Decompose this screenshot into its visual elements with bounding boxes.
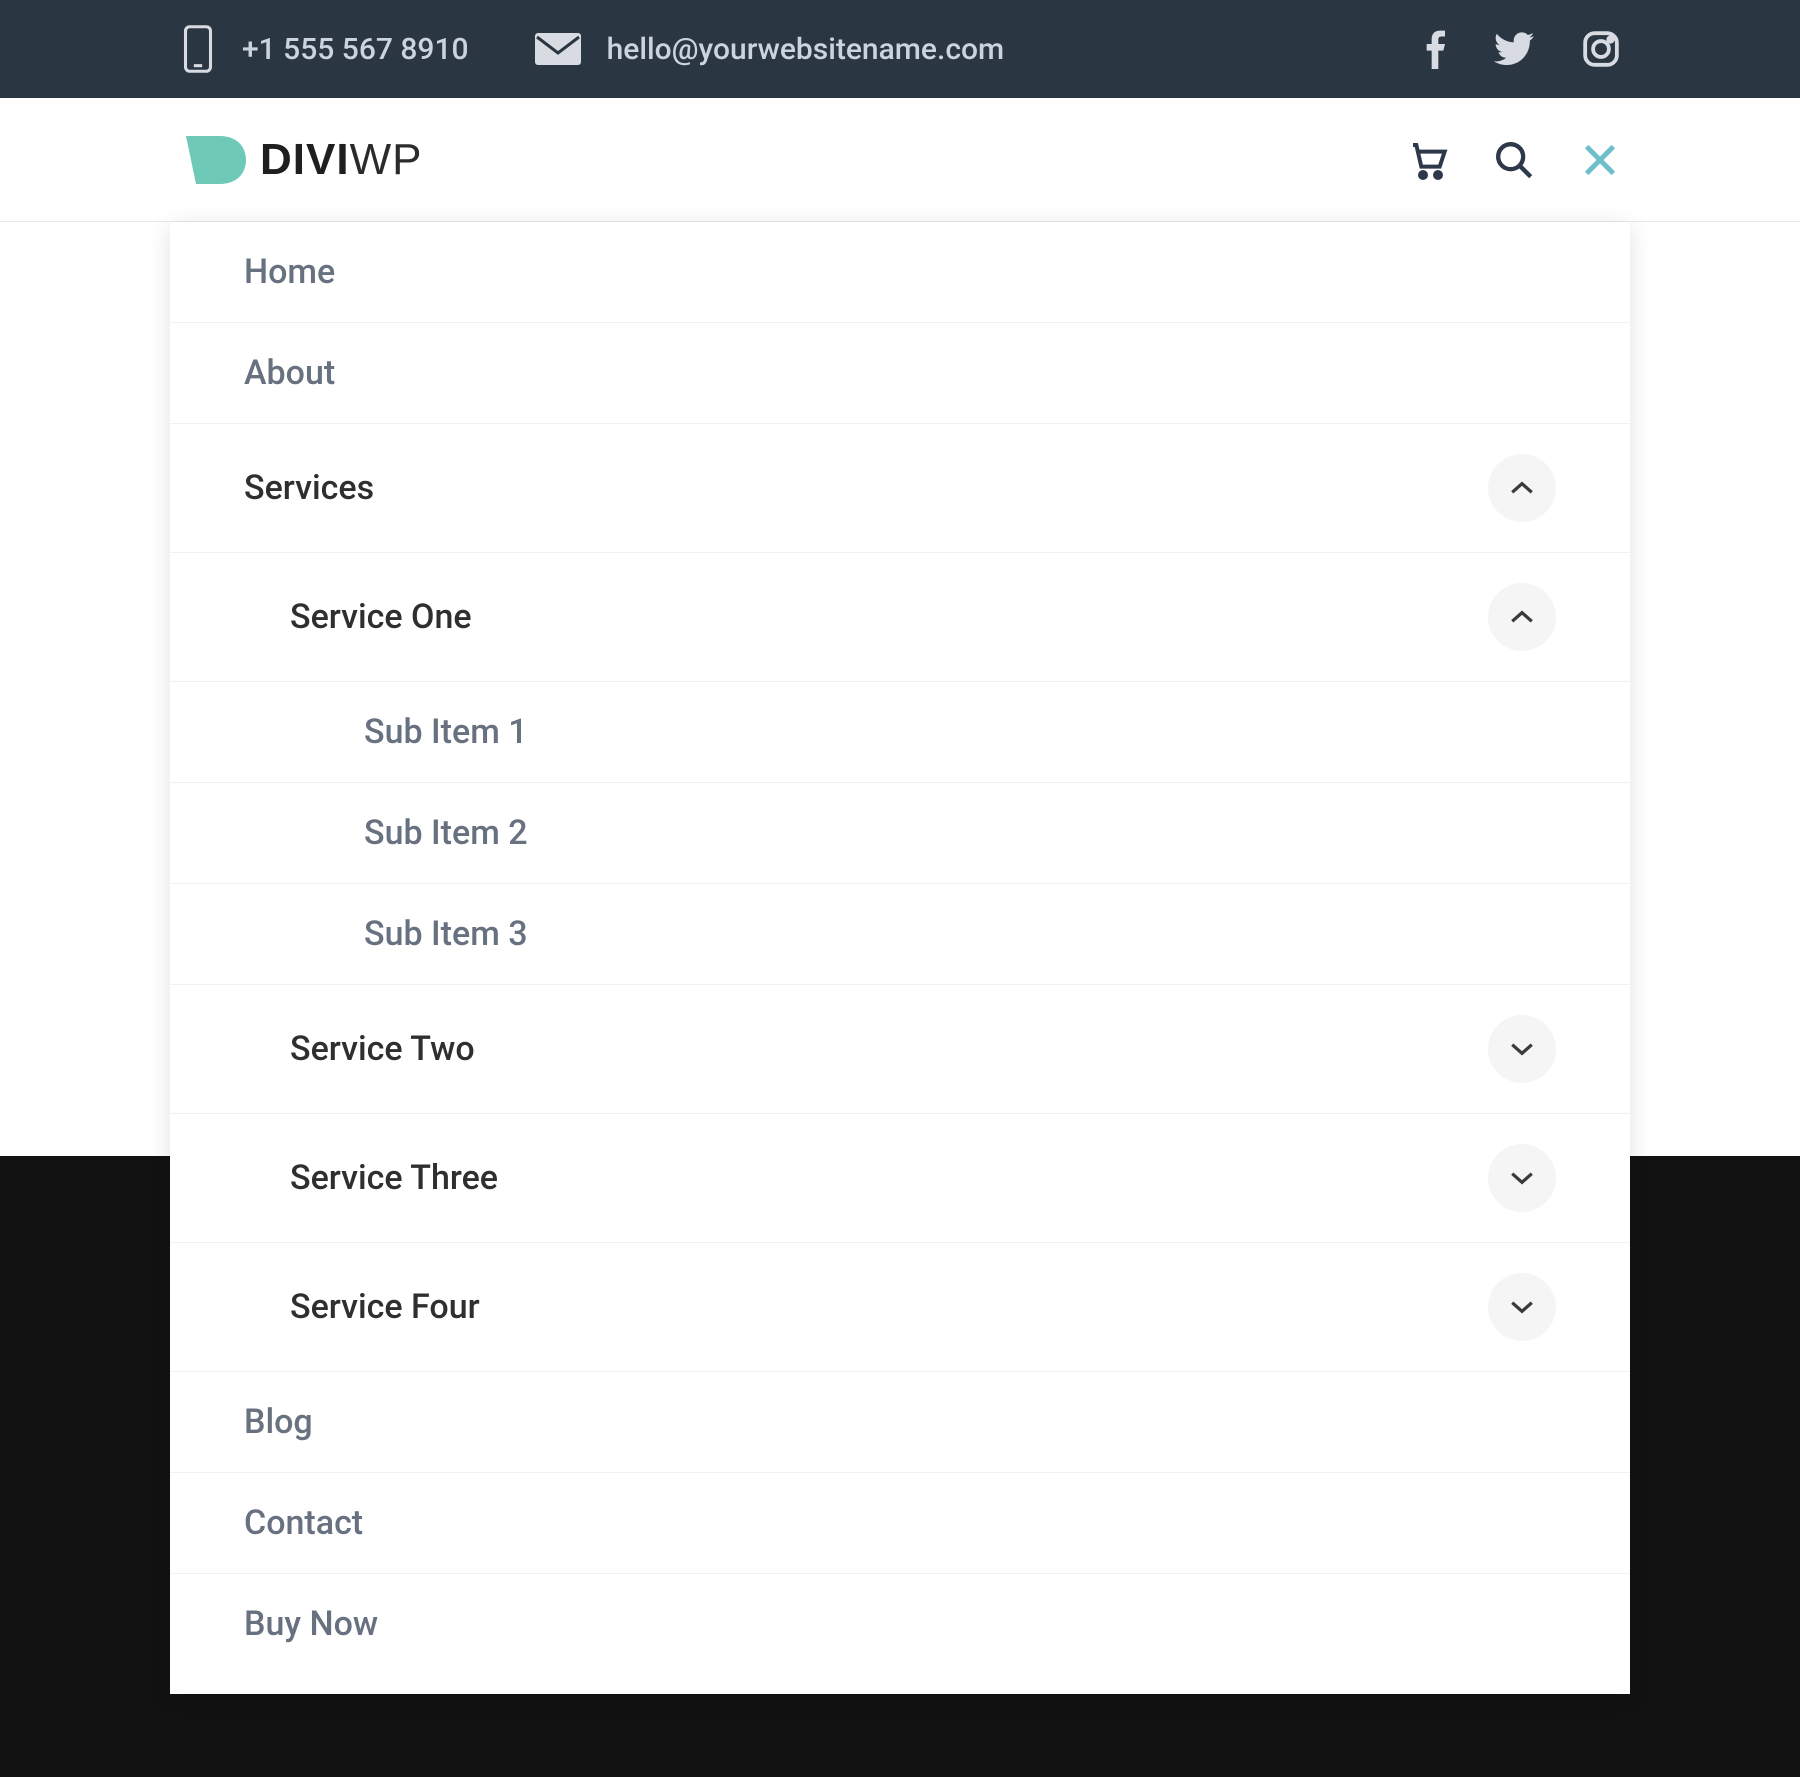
menu-label: Buy Now: [244, 1604, 378, 1644]
close-icon[interactable]: [1580, 140, 1620, 180]
phone-text: +1 555 567 8910: [242, 32, 469, 67]
top-bar: +1 555 567 8910 hello@yourwebsitename.co…: [0, 0, 1800, 98]
menu-item-about[interactable]: About: [170, 323, 1630, 424]
logo[interactable]: DIVIWP: [180, 124, 422, 196]
instagram-icon[interactable]: [1582, 30, 1620, 68]
logo-text: DIVIWP: [260, 135, 422, 185]
menu-item-sub-3[interactable]: Sub Item 3: [170, 884, 1630, 985]
menu-label: Contact: [244, 1503, 363, 1543]
menu-label: Services: [244, 468, 374, 508]
phone-icon: [180, 24, 216, 74]
menu-item-service-four[interactable]: Service Four: [170, 1243, 1630, 1372]
facebook-icon[interactable]: [1424, 29, 1446, 69]
menu-label: Service Three: [290, 1158, 498, 1198]
menu-label: Sub Item 3: [364, 914, 528, 954]
menu-item-buy-now[interactable]: Buy Now: [170, 1574, 1630, 1674]
header-actions: [1408, 140, 1620, 180]
menu-item-sub-1[interactable]: Sub Item 1: [170, 682, 1630, 783]
menu-item-service-two[interactable]: Service Two: [170, 985, 1630, 1114]
expand-toggle[interactable]: [1488, 1015, 1556, 1083]
menu-label: Service Two: [290, 1029, 475, 1069]
mobile-menu-dropdown: Home About Services Service One Sub Item…: [170, 222, 1630, 1694]
chevron-down-icon: [1509, 1041, 1535, 1057]
menu-item-home[interactable]: Home: [170, 222, 1630, 323]
menu-label: Sub Item 2: [364, 813, 528, 853]
menu-item-blog[interactable]: Blog: [170, 1372, 1630, 1473]
menu-label: Service One: [290, 597, 472, 637]
chevron-down-icon: [1509, 1299, 1535, 1315]
menu-item-service-one[interactable]: Service One: [170, 553, 1630, 682]
cart-icon[interactable]: [1408, 140, 1448, 180]
menu-item-services[interactable]: Services: [170, 424, 1630, 553]
chevron-up-icon: [1509, 480, 1535, 496]
menu-label: Service Four: [290, 1287, 480, 1327]
expand-toggle[interactable]: [1488, 1144, 1556, 1212]
email-icon: [535, 33, 581, 65]
chevron-down-icon: [1509, 1170, 1535, 1186]
topbar-left: +1 555 567 8910 hello@yourwebsitename.co…: [180, 24, 1044, 74]
page-body: Home About Services Service One Sub Item…: [0, 222, 1800, 1777]
collapse-toggle[interactable]: [1488, 454, 1556, 522]
email-text: hello@yourwebsitename.com: [607, 32, 1005, 67]
email-group[interactable]: hello@yourwebsitename.com: [535, 32, 1005, 67]
menu-item-sub-2[interactable]: Sub Item 2: [170, 783, 1630, 884]
logo-mark-icon: [180, 124, 252, 196]
topbar-social: [1424, 29, 1620, 69]
menu-label: About: [244, 353, 335, 393]
chevron-up-icon: [1509, 609, 1535, 625]
menu-label: Home: [244, 252, 335, 292]
search-icon[interactable]: [1494, 140, 1534, 180]
phone-group[interactable]: +1 555 567 8910: [180, 24, 469, 74]
menu-item-contact[interactable]: Contact: [170, 1473, 1630, 1574]
menu-label: Blog: [244, 1402, 313, 1442]
main-header: DIVIWP: [0, 98, 1800, 222]
twitter-icon[interactable]: [1494, 32, 1534, 66]
collapse-toggle[interactable]: [1488, 583, 1556, 651]
menu-item-service-three[interactable]: Service Three: [170, 1114, 1630, 1243]
menu-label: Sub Item 1: [364, 712, 528, 752]
expand-toggle[interactable]: [1488, 1273, 1556, 1341]
